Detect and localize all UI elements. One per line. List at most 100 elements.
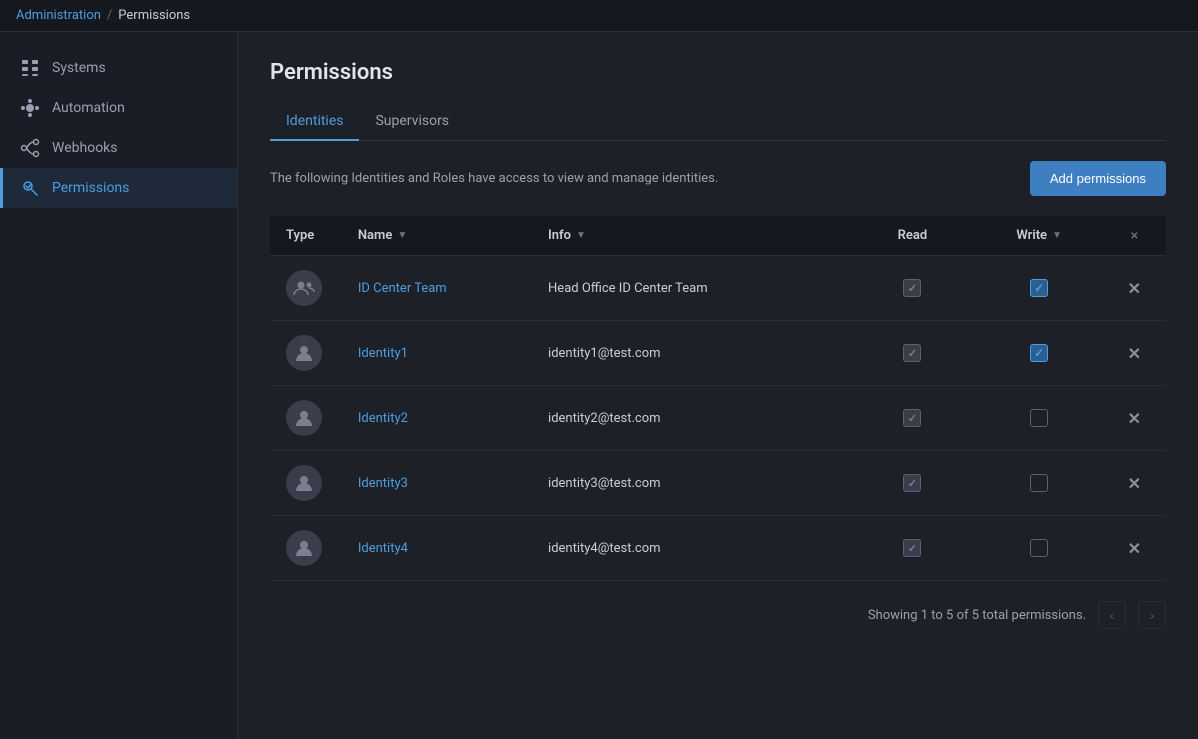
sidebar-item-permissions[interactable]: Permissions [0, 168, 237, 208]
sidebar: Systems Automation [0, 32, 238, 739]
systems-icon [20, 58, 40, 78]
breadcrumb-separator: / [107, 8, 112, 23]
write-filter-icon[interactable]: ▼ [1052, 230, 1062, 241]
breadcrumb-current: Permissions [118, 8, 190, 23]
name-link[interactable]: ID Center Team [358, 281, 447, 296]
col-header-read: Read [849, 216, 976, 256]
name-cell: ID Center Team [342, 256, 532, 321]
col-header-name: Name ▼ [342, 216, 532, 256]
name-link[interactable]: Identity4 [358, 541, 408, 556]
table-header-row: Type Name ▼ Info ▼ [270, 216, 1166, 256]
name-cell: Identity2 [342, 386, 532, 451]
action-cell: ✕ [1103, 451, 1166, 516]
sidebar-systems-label: Systems [52, 60, 106, 76]
sidebar-item-webhooks[interactable]: Webhooks [0, 128, 237, 168]
delete-button[interactable]: ✕ [1128, 279, 1141, 298]
permissions-table: Type Name ▼ Info ▼ [270, 216, 1166, 581]
info-cell: identity1@test.com [532, 321, 849, 386]
breadcrumb-admin-link[interactable]: Administration [16, 8, 101, 23]
delete-button[interactable]: ✕ [1128, 409, 1141, 428]
automation-icon [20, 98, 40, 118]
sidebar-webhooks-label: Webhooks [52, 140, 118, 156]
table-row: ID Center Team Head Office ID Center Team… [270, 256, 1166, 321]
user-avatar [286, 400, 322, 436]
write-checkbox[interactable] [1030, 539, 1048, 557]
col-header-type: Type [270, 216, 342, 256]
table-row: Identity1 identity1@test.com ✓ ✓ ✕ [270, 321, 1166, 386]
sidebar-automation-label: Automation [52, 100, 125, 116]
tab-supervisors[interactable]: Supervisors [359, 105, 465, 141]
col-header-write: Write ▼ [976, 216, 1103, 256]
read-checkbox[interactable]: ✓ [903, 344, 921, 362]
info-cell: identity2@test.com [532, 386, 849, 451]
breadcrumb: Administration / Permissions [0, 0, 1198, 32]
action-cell: ✕ [1103, 516, 1166, 581]
tabs-container: Identities Supervisors [270, 105, 1166, 141]
col-header-action: ✕ [1103, 216, 1166, 256]
delete-button[interactable]: ✕ [1128, 474, 1141, 493]
action-filter-icon[interactable]: ✕ [1130, 231, 1138, 242]
sidebar-permissions-label: Permissions [52, 180, 129, 196]
description-row: The following Identities and Roles have … [270, 161, 1166, 196]
write-cell: ✓ [976, 256, 1103, 321]
name-filter-icon[interactable]: ▼ [397, 230, 407, 241]
type-cell [270, 321, 342, 386]
read-cell: ✓ [849, 256, 976, 321]
table-row: Identity3 identity3@test.com ✓ ✕ [270, 451, 1166, 516]
info-cell: identity3@test.com [532, 451, 849, 516]
sidebar-item-systems[interactable]: Systems [0, 48, 237, 88]
info-cell: Head Office ID Center Team [532, 256, 849, 321]
description-text: The following Identities and Roles have … [270, 171, 718, 186]
read-checkbox[interactable]: ✓ [903, 474, 921, 492]
read-checkbox[interactable]: ✓ [903, 279, 921, 297]
tab-identities[interactable]: Identities [270, 105, 359, 141]
action-cell: ✕ [1103, 321, 1166, 386]
type-cell [270, 256, 342, 321]
type-cell [270, 386, 342, 451]
action-cell: ✕ [1103, 256, 1166, 321]
write-cell [976, 451, 1103, 516]
name-cell: Identity1 [342, 321, 532, 386]
read-cell: ✓ [849, 386, 976, 451]
read-cell: ✓ [849, 321, 976, 386]
action-cell: ✕ [1103, 386, 1166, 451]
page-title: Permissions [270, 60, 1166, 85]
name-link[interactable]: Identity1 [358, 346, 408, 361]
pagination-row: Showing 1 to 5 of 5 total permissions. ‹… [270, 601, 1166, 629]
write-checkbox[interactable] [1030, 409, 1048, 427]
type-cell [270, 516, 342, 581]
user-avatar [286, 465, 322, 501]
write-cell [976, 516, 1103, 581]
add-permissions-button[interactable]: Add permissions [1030, 161, 1166, 196]
info-cell: identity4@test.com [532, 516, 849, 581]
name-link[interactable]: Identity3 [358, 476, 408, 491]
name-cell: Identity4 [342, 516, 532, 581]
read-checkbox[interactable]: ✓ [903, 409, 921, 427]
pagination-status: Showing 1 to 5 of 5 total permissions. [868, 608, 1086, 623]
read-cell: ✓ [849, 451, 976, 516]
group-avatar [286, 270, 322, 306]
main-content: Permissions Identities Supervisors The f… [238, 32, 1198, 739]
write-checkbox[interactable]: ✓ [1030, 279, 1048, 297]
sidebar-item-automation[interactable]: Automation [0, 88, 237, 128]
write-checkbox[interactable]: ✓ [1030, 344, 1048, 362]
permissions-table-wrapper: Type Name ▼ Info ▼ [270, 216, 1166, 581]
table-row: Identity2 identity2@test.com ✓ ✕ [270, 386, 1166, 451]
name-link[interactable]: Identity2 [358, 411, 408, 426]
user-avatar [286, 335, 322, 371]
info-filter-icon[interactable]: ▼ [576, 230, 586, 241]
name-cell: Identity3 [342, 451, 532, 516]
read-checkbox[interactable]: ✓ [903, 539, 921, 557]
table-row: Identity4 identity4@test.com ✓ ✕ [270, 516, 1166, 581]
delete-button[interactable]: ✕ [1128, 344, 1141, 363]
pagination-next-button[interactable]: › [1138, 601, 1166, 629]
write-checkbox[interactable] [1030, 474, 1048, 492]
permissions-icon [20, 178, 40, 198]
read-cell: ✓ [849, 516, 976, 581]
pagination-prev-button[interactable]: ‹ [1098, 601, 1126, 629]
write-cell: ✓ [976, 321, 1103, 386]
webhooks-icon [20, 138, 40, 158]
delete-button[interactable]: ✕ [1128, 539, 1141, 558]
write-cell [976, 386, 1103, 451]
user-avatar [286, 530, 322, 566]
